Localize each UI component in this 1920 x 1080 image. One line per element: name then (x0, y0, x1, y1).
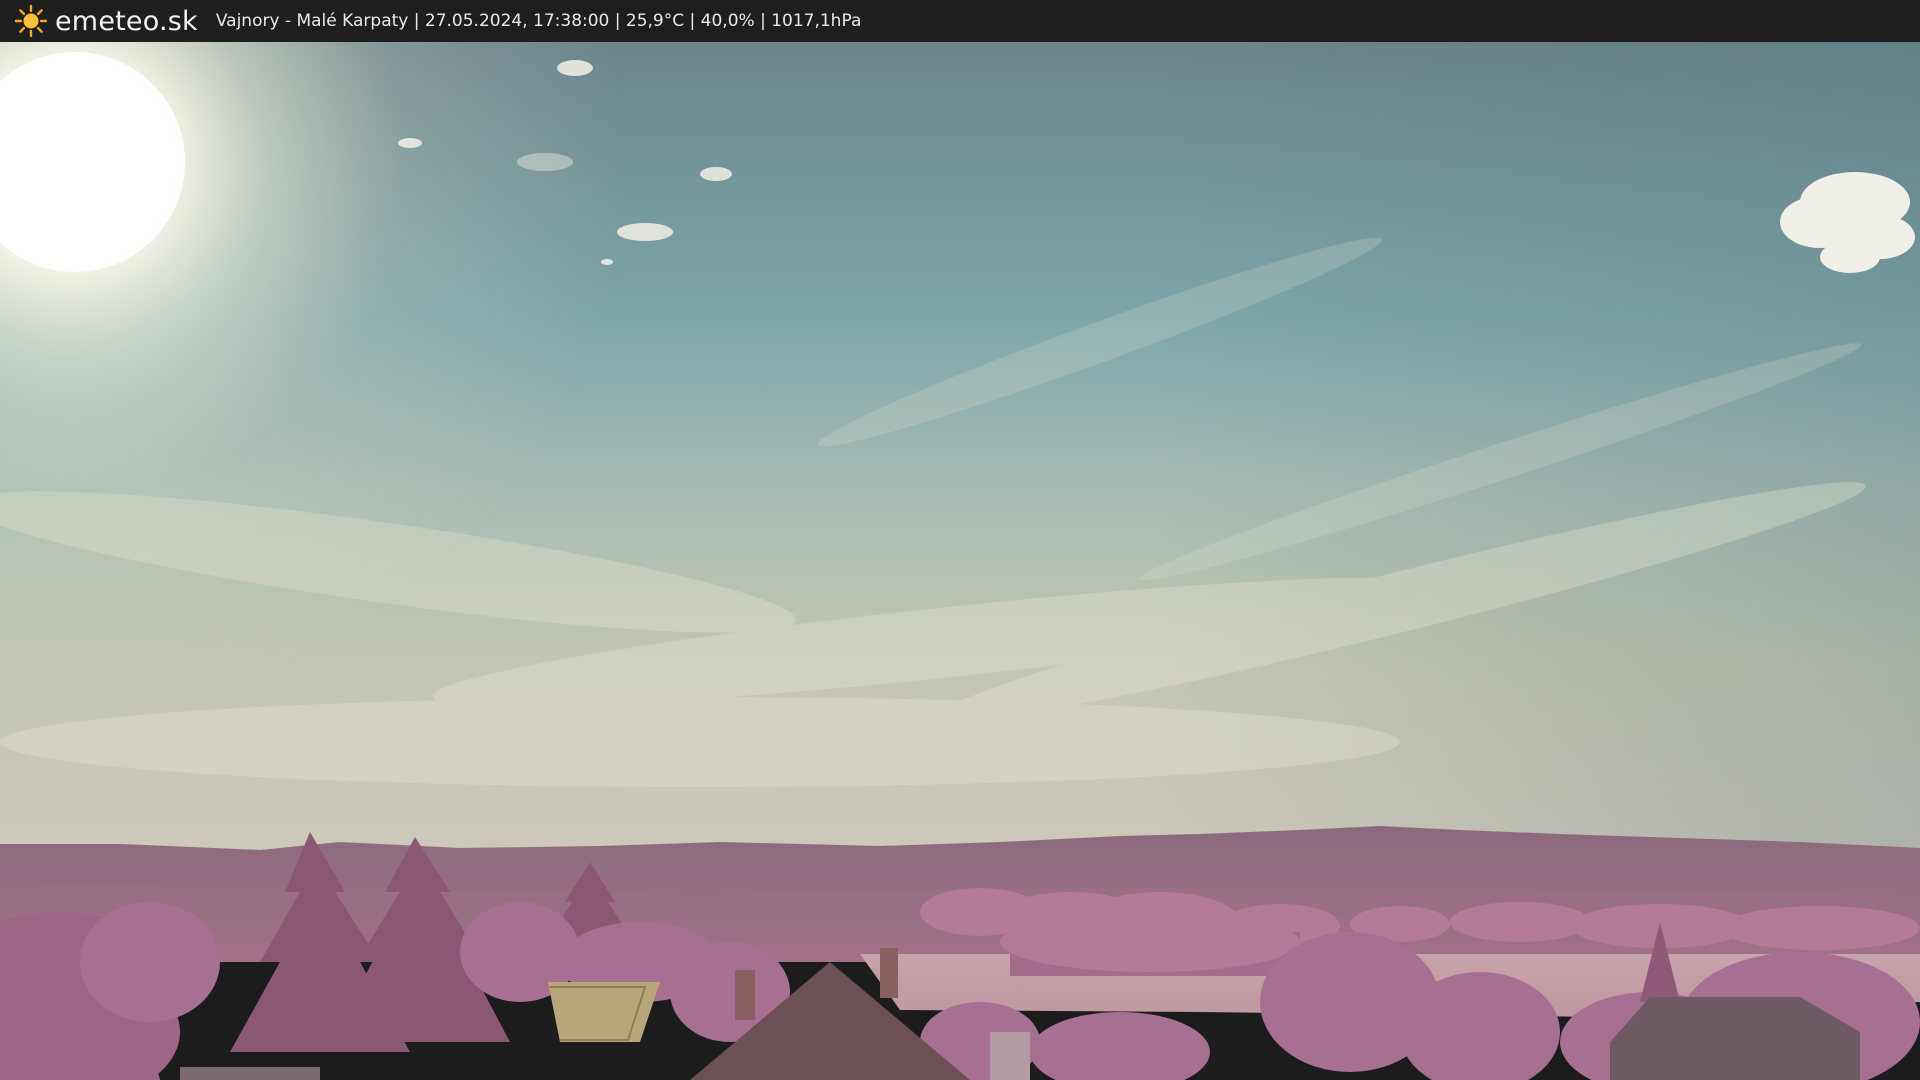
top-bar: emeteo.sk Vajnory - Malé Karpaty | 27.05… (0, 0, 1920, 42)
webcam-caption: Vajnory - Malé Karpaty | 27.05.2024, 17:… (215, 11, 862, 31)
brand-name: emeteo.sk (55, 5, 198, 37)
webcam-image (0, 42, 1920, 1080)
sun-icon (14, 4, 48, 38)
landscape-view (0, 42, 1920, 1080)
logo[interactable]: emeteo.sk (14, 4, 198, 38)
